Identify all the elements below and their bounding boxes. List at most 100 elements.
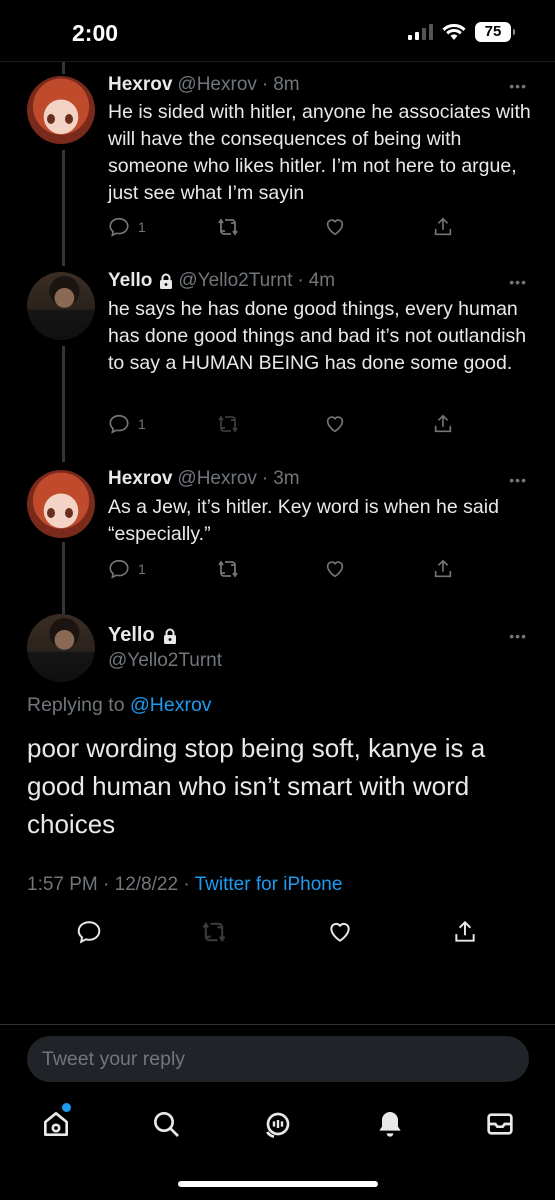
share-button[interactable] bbox=[432, 558, 454, 580]
battery-icon: 75 bbox=[475, 22, 515, 42]
replying-to: Replying to @Hexrov bbox=[27, 694, 212, 717]
tab-notifications[interactable] bbox=[374, 1108, 406, 1140]
reply-icon bbox=[77, 921, 101, 944]
reply-icon bbox=[109, 217, 129, 237]
author-handle[interactable]: @Hexrov bbox=[177, 74, 256, 96]
retweet-icon bbox=[218, 560, 238, 578]
like-button[interactable] bbox=[324, 558, 346, 580]
focused-author-handle[interactable]: @Yello2Turnt bbox=[108, 650, 222, 672]
tweet-header: Yello @Yello2Turnt · 4m bbox=[108, 270, 335, 292]
like-icon bbox=[326, 416, 344, 433]
more-options-icon[interactable]: ••• bbox=[509, 628, 527, 644]
like-icon bbox=[326, 561, 344, 578]
reply-count: 1 bbox=[138, 416, 146, 432]
author-name[interactable]: Hexrov bbox=[108, 468, 172, 490]
more-options-icon[interactable]: ••• bbox=[509, 78, 527, 94]
retweet-button[interactable] bbox=[216, 413, 240, 435]
tab-home[interactable] bbox=[40, 1108, 72, 1140]
status-time: 2:00 bbox=[72, 20, 119, 46]
reply-button[interactable]: 1 bbox=[108, 558, 146, 580]
focused-tweet-text: poor wording stop being soft, kanye is a… bbox=[27, 733, 486, 839]
focused-tweet-actions bbox=[70, 919, 490, 947]
share-icon bbox=[434, 559, 452, 578]
reply-button[interactable]: 1 bbox=[108, 216, 146, 238]
reply-box bbox=[27, 1036, 529, 1082]
bottom-tab-bar bbox=[0, 1098, 555, 1154]
retweet-button[interactable] bbox=[200, 919, 228, 945]
cellular-signal-icon bbox=[408, 24, 433, 40]
share-icon bbox=[434, 414, 452, 433]
like-button[interactable] bbox=[324, 216, 346, 238]
tab-spaces[interactable] bbox=[262, 1108, 294, 1140]
meta-separator: · bbox=[261, 468, 269, 489]
tweet-actions: 1 bbox=[108, 558, 468, 584]
reply-icon bbox=[109, 559, 129, 579]
spaces-icon bbox=[266, 1112, 290, 1138]
meta-separator: · bbox=[297, 270, 304, 291]
tweet-time: 8m bbox=[273, 74, 300, 95]
tweet-time: 3m bbox=[273, 468, 300, 489]
share-button[interactable] bbox=[432, 413, 454, 435]
retweet-icon bbox=[218, 415, 238, 433]
reply-count: 1 bbox=[138, 219, 146, 235]
search-icon bbox=[154, 1112, 179, 1137]
replying-mention[interactable]: @Hexrov bbox=[130, 694, 212, 716]
like-button[interactable] bbox=[327, 919, 353, 945]
like-icon bbox=[326, 219, 344, 236]
more-options-icon[interactable]: ••• bbox=[509, 472, 527, 488]
tweet-header: Hexrov @Hexrov · 8m bbox=[108, 74, 300, 96]
lock-icon bbox=[163, 628, 177, 644]
tweet-header: Hexrov @Hexrov · 3m bbox=[108, 468, 300, 490]
tab-search[interactable] bbox=[150, 1108, 182, 1140]
wifi-icon bbox=[442, 23, 466, 40]
retweet-icon bbox=[202, 921, 226, 943]
author-name[interactable]: Hexrov bbox=[108, 74, 172, 96]
thread-line bbox=[62, 542, 65, 614]
tweet-actions: 1 bbox=[108, 413, 468, 439]
lock-icon bbox=[159, 273, 173, 289]
avatar[interactable] bbox=[27, 272, 95, 340]
more-options-icon[interactable]: ••• bbox=[509, 274, 527, 290]
author-name[interactable]: Yello bbox=[108, 270, 152, 292]
avatar[interactable] bbox=[27, 76, 95, 144]
tweet-text: As a Jew, it’s hitler. Key word is when … bbox=[108, 496, 499, 545]
notifications-icon bbox=[379, 1112, 401, 1137]
focused-tweet-meta: 1:57 PM · 12/8/22 · Twitter for iPhone bbox=[27, 874, 342, 896]
like-button[interactable] bbox=[324, 413, 346, 435]
focused-timestamp: 1:57 PM · 12/8/22 · bbox=[27, 874, 190, 895]
reply-button[interactable] bbox=[76, 919, 102, 945]
share-button[interactable] bbox=[452, 919, 478, 945]
retweet-button[interactable] bbox=[216, 558, 240, 580]
meta-separator: · bbox=[261, 74, 269, 95]
tweet-actions: 1 bbox=[108, 216, 468, 242]
thread-line bbox=[62, 62, 65, 74]
reply-input[interactable] bbox=[42, 1036, 512, 1082]
share-icon bbox=[455, 920, 475, 942]
retweet-button[interactable] bbox=[216, 216, 240, 238]
share-button[interactable] bbox=[432, 216, 454, 238]
reply-icon bbox=[109, 414, 129, 434]
focused-avatar[interactable] bbox=[27, 614, 95, 682]
reply-button[interactable]: 1 bbox=[108, 413, 146, 435]
home-indicator[interactable] bbox=[178, 1181, 378, 1187]
share-icon bbox=[434, 217, 452, 236]
tweet-text: he says he has done good things, every h… bbox=[108, 298, 527, 374]
author-handle[interactable]: @Hexrov bbox=[177, 468, 256, 490]
author-handle[interactable]: @Yello2Turnt bbox=[178, 270, 292, 292]
focused-author: Yello bbox=[108, 624, 177, 647]
divider bbox=[0, 1024, 555, 1025]
status-bar: 2:00 75 bbox=[0, 0, 555, 64]
tweet-source[interactable]: Twitter for iPhone bbox=[195, 874, 343, 895]
thread-line bbox=[62, 346, 65, 462]
tweet-time: 4m bbox=[308, 270, 336, 291]
reply-count: 1 bbox=[138, 561, 146, 577]
status-icons: 75 bbox=[408, 22, 515, 42]
retweet-icon bbox=[218, 218, 238, 236]
thread-line bbox=[62, 150, 65, 266]
like-icon bbox=[330, 922, 350, 942]
home-icon bbox=[44, 1112, 68, 1136]
avatar[interactable] bbox=[27, 470, 95, 538]
replying-prefix: Replying to bbox=[27, 694, 125, 716]
tab-messages[interactable] bbox=[484, 1108, 516, 1140]
focused-author-name[interactable]: Yello bbox=[108, 624, 155, 647]
